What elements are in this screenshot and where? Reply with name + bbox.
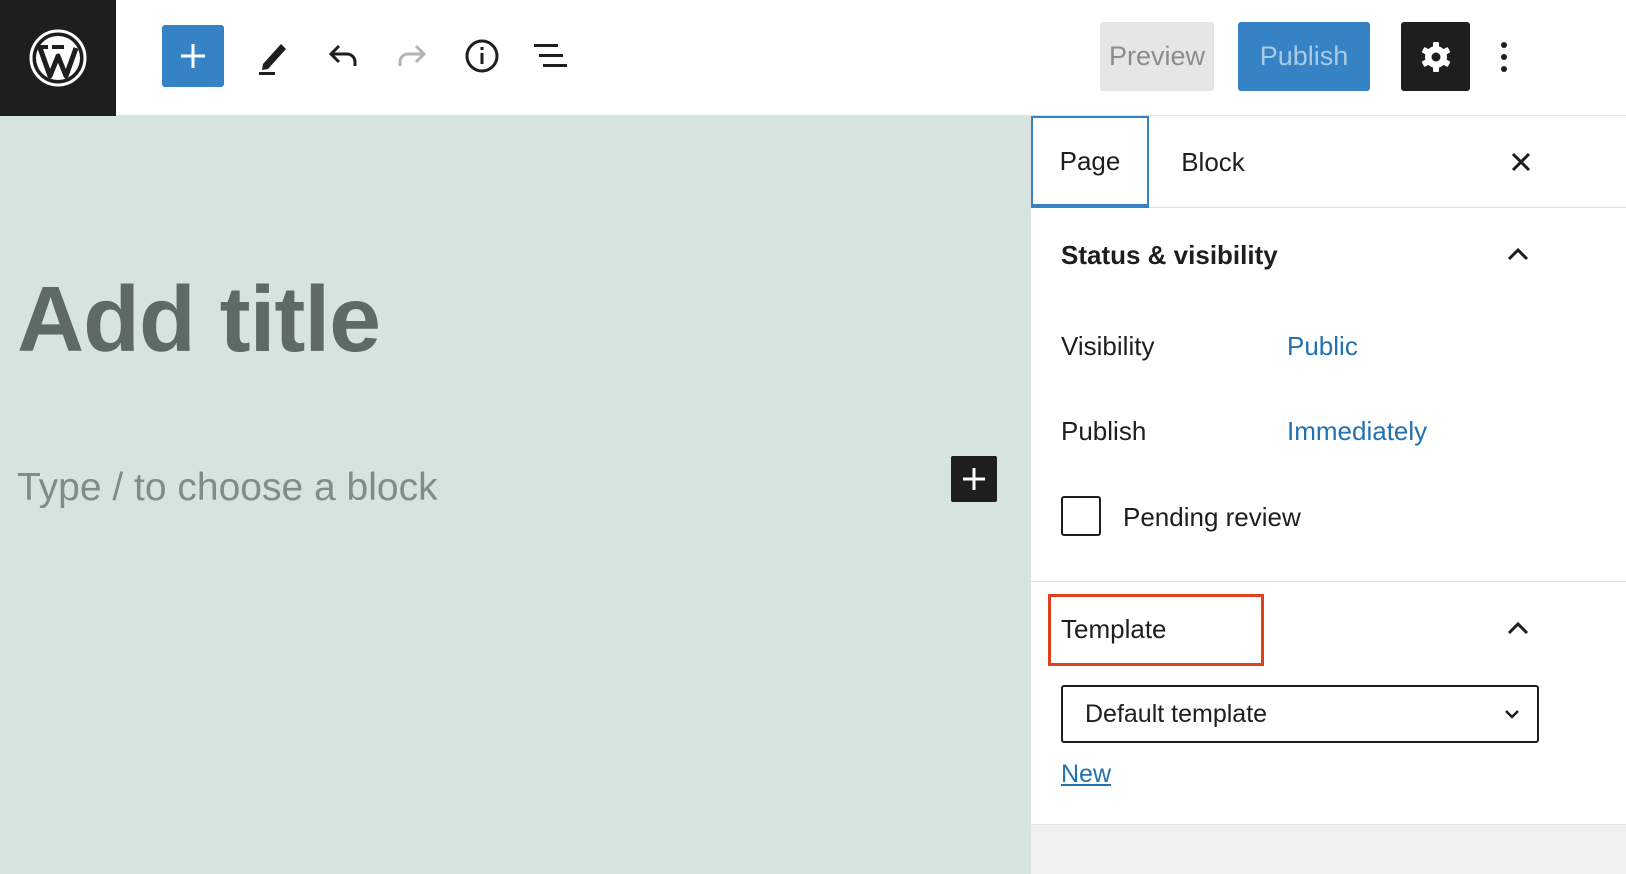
tools-button[interactable] — [242, 25, 304, 87]
plus-icon — [963, 468, 985, 490]
redo-button[interactable] — [381, 25, 443, 87]
undo-button[interactable] — [312, 25, 374, 87]
add-block-button[interactable] — [162, 25, 224, 87]
preview-button[interactable]: Preview — [1100, 22, 1214, 91]
new-template-link[interactable]: New — [1061, 760, 1111, 789]
tab-block[interactable]: Block — [1161, 116, 1265, 208]
list-view-button[interactable] — [520, 25, 582, 87]
redo-icon — [398, 44, 427, 66]
post-title-input[interactable]: Add title — [17, 266, 381, 373]
details-button[interactable] — [451, 25, 513, 87]
pending-review-checkbox[interactable] — [1061, 496, 1101, 536]
plus-icon — [181, 44, 205, 68]
editor-canvas: Add title Type / to choose a block — [0, 116, 1030, 874]
publish-date-link[interactable]: Immediately — [1287, 416, 1427, 447]
settings-sidebar: Page Block Status & visibility Visibilit… — [1030, 116, 1626, 874]
settings-button[interactable] — [1401, 22, 1470, 91]
tab-page[interactable]: Page — [1031, 116, 1149, 208]
visibility-value-link[interactable]: Public — [1287, 331, 1358, 362]
inline-add-block-button[interactable] — [951, 456, 997, 502]
template-panel-title[interactable]: Template — [1061, 614, 1167, 645]
publish-button[interactable]: Publish — [1238, 22, 1370, 91]
sidebar-tabs: Page Block — [1031, 116, 1626, 208]
wordpress-logo-svg — [29, 29, 87, 87]
gear-icon — [1421, 41, 1450, 72]
editor-header: Preview Publish — [0, 0, 1626, 116]
info-icon — [465, 39, 499, 73]
wordpress-logo-icon[interactable] — [0, 0, 116, 116]
block-appender-placeholder[interactable]: Type / to choose a block — [17, 466, 438, 510]
more-options-button[interactable] — [1486, 30, 1522, 84]
template-select-value: Default template — [1085, 699, 1268, 728]
pencil-icon — [259, 44, 286, 75]
chevron-up-icon[interactable] — [1503, 613, 1533, 643]
more-vertical-icon — [1501, 42, 1507, 72]
pending-review-label[interactable]: Pending review — [1123, 502, 1301, 533]
template-select[interactable]: Default template — [1061, 685, 1539, 743]
close-sidebar-button[interactable] — [1501, 142, 1541, 182]
chevron-up-icon[interactable] — [1503, 239, 1533, 269]
undo-icon — [328, 44, 357, 66]
visibility-label: Visibility — [1061, 331, 1155, 361]
list-view-icon — [534, 44, 567, 67]
status-visibility-panel-title[interactable]: Status & visibility — [1061, 240, 1278, 271]
publish-label: Publish — [1061, 416, 1147, 446]
sidebar-bottom-strip — [1031, 824, 1626, 874]
panel-divider — [1031, 581, 1626, 582]
close-icon — [1511, 152, 1531, 172]
chevron-down-icon — [1499, 701, 1525, 727]
